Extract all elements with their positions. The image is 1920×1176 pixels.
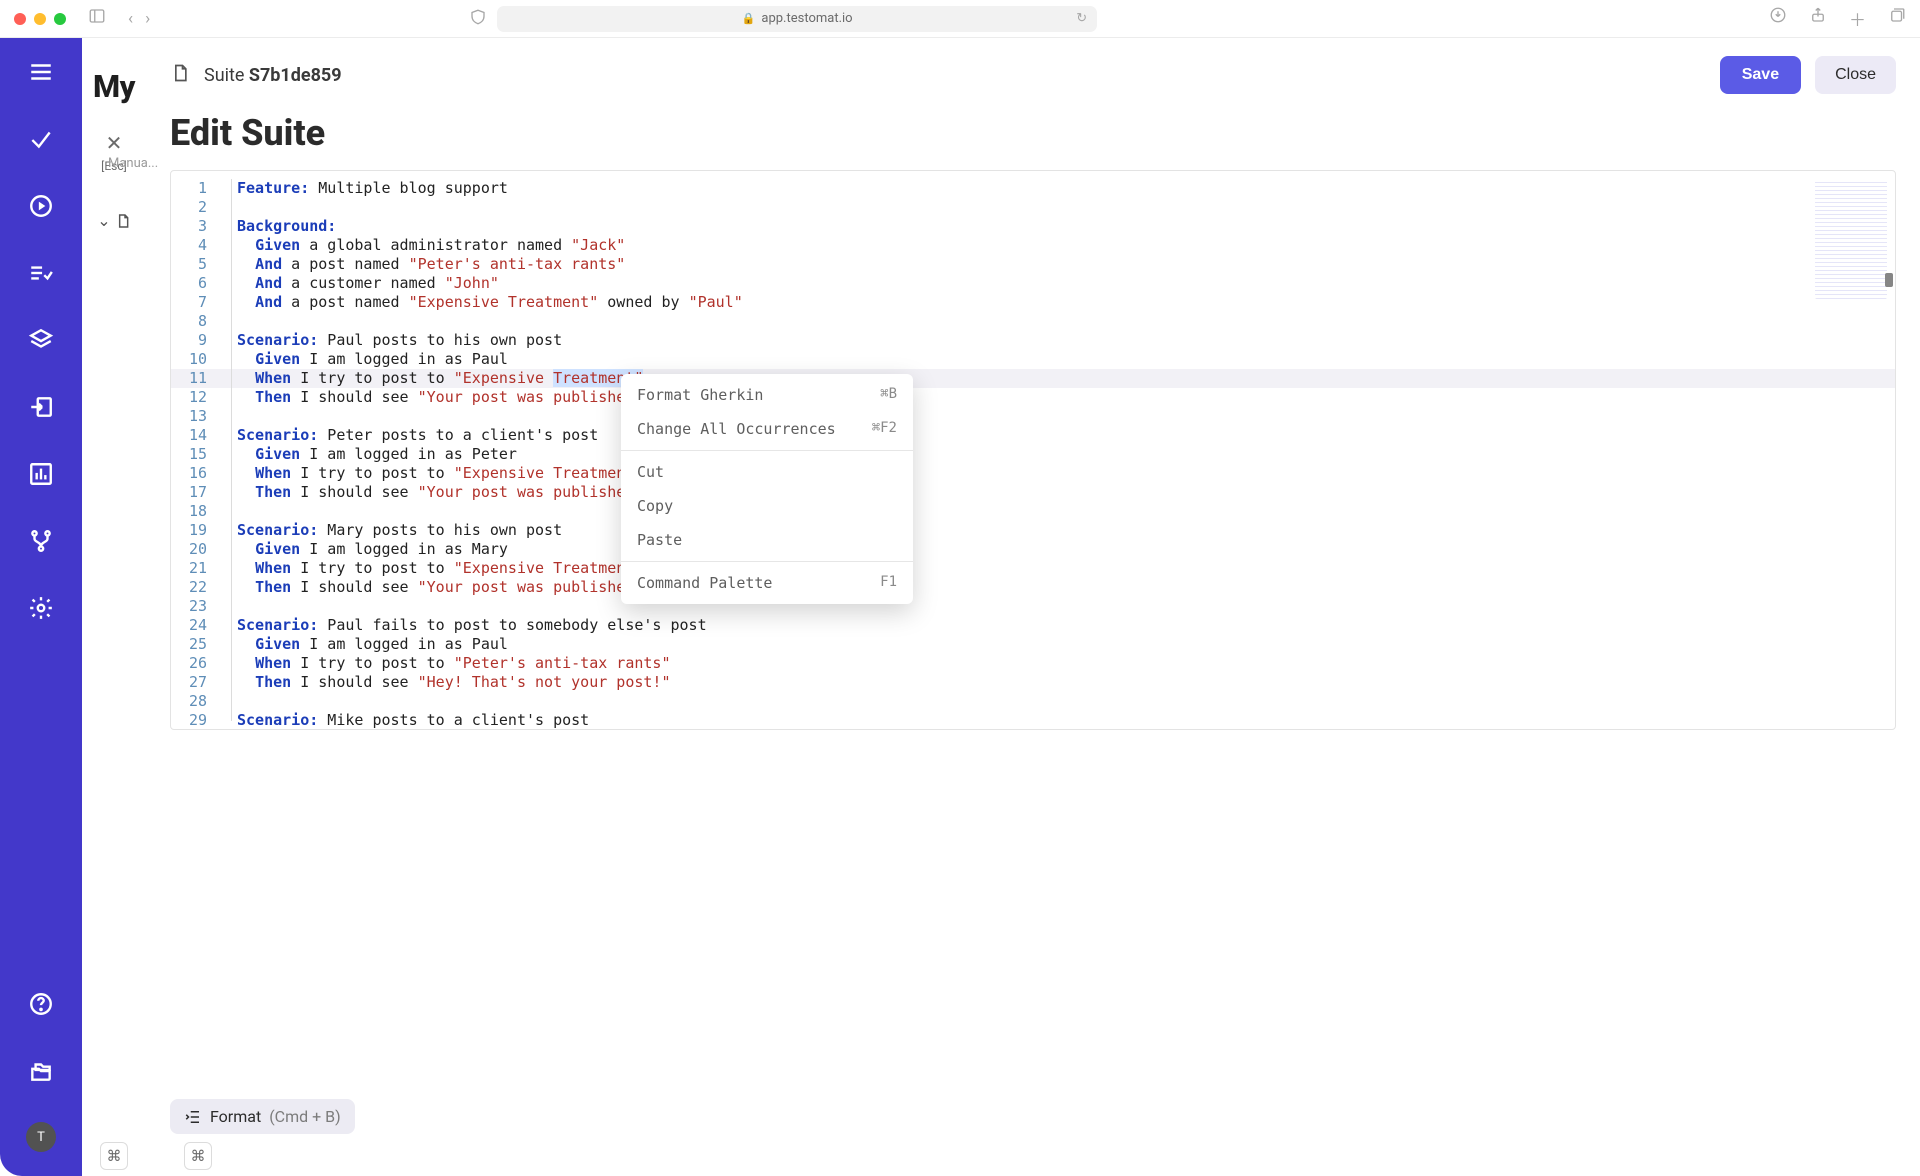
format-hint: (Cmd + B): [269, 1107, 341, 1126]
cmd-key-icon: ⌘: [100, 1142, 128, 1170]
sidebar-toggle-icon[interactable]: [88, 7, 106, 30]
context-menu-item[interactable]: Copy: [621, 489, 913, 523]
analytics-icon[interactable]: [25, 458, 57, 490]
suite-id: S7b1de859: [249, 65, 342, 86]
nav-buttons: ‹ ›: [128, 9, 150, 29]
gutter-border: [231, 179, 232, 721]
settings-icon[interactable]: [25, 592, 57, 624]
code-editor[interactable]: 1234567891011121314151617181920212223242…: [170, 170, 1896, 730]
downloads-icon[interactable]: [1769, 6, 1787, 31]
minimize-window-icon[interactable]: [34, 13, 46, 25]
context-menu-item[interactable]: Paste: [621, 523, 913, 557]
close-button[interactable]: Close: [1815, 56, 1896, 94]
play-icon[interactable]: [25, 190, 57, 222]
cmd-key-icon: ⌘: [184, 1142, 212, 1170]
context-menu-item[interactable]: Format Gherkin⌘B: [621, 378, 913, 412]
minimap-viewport[interactable]: [1885, 273, 1893, 287]
project-column: My ✕ [Esc] ⌄: [82, 38, 146, 1176]
help-icon[interactable]: [25, 988, 57, 1020]
url-text: app.testomat.io: [761, 11, 852, 26]
url-bar[interactable]: 🔒 app.testomat.io ↻: [497, 6, 1097, 32]
code-body[interactable]: Feature: Multiple blog supportBackground…: [237, 179, 1805, 729]
close-window-icon[interactable]: [14, 13, 26, 25]
format-label: Format: [210, 1107, 261, 1126]
avatar[interactable]: T: [26, 1122, 56, 1152]
partial-tab-label: Manua...: [108, 156, 158, 171]
main-panel: Manua... Suite S7b1de859 Save Close Edit…: [146, 38, 1920, 1176]
check-icon[interactable]: [25, 123, 57, 155]
import-icon[interactable]: [25, 391, 57, 423]
tabs-overview-icon[interactable]: [1888, 6, 1906, 31]
traffic-lights: [14, 13, 66, 25]
left-rail: T: [0, 38, 82, 1176]
page-title: Edit Suite: [146, 94, 1920, 170]
context-menu-item[interactable]: Cut: [621, 455, 913, 489]
project-title-partial: My: [93, 68, 135, 105]
reload-icon[interactable]: ↻: [1076, 11, 1087, 26]
cmd-badges: ⌘ ⌘: [100, 1142, 212, 1170]
suite-prefix: Suite: [204, 65, 249, 86]
layers-icon[interactable]: [25, 324, 57, 356]
format-button[interactable]: Format (Cmd + B): [170, 1099, 355, 1134]
context-menu-item[interactable]: Command PaletteF1: [621, 566, 913, 600]
fullscreen-window-icon[interactable]: [54, 13, 66, 25]
save-button[interactable]: Save: [1720, 56, 1801, 94]
close-icon[interactable]: ✕: [101, 131, 127, 155]
browser-chrome: ‹ › 🔒 app.testomat.io ↻ ＋: [0, 0, 1920, 38]
chrome-right-icons: ＋: [1769, 6, 1906, 31]
file-icon: [115, 213, 131, 229]
back-icon[interactable]: ‹: [128, 9, 133, 29]
hamburger-icon[interactable]: [25, 56, 57, 88]
file-icon: [170, 63, 190, 87]
minimap[interactable]: [1815, 179, 1887, 299]
new-tab-icon[interactable]: ＋: [1849, 6, 1866, 31]
tree-toggle[interactable]: ⌄: [97, 211, 130, 230]
checklist-icon[interactable]: [25, 257, 57, 289]
lock-icon: 🔒: [742, 12, 756, 25]
app: T My ✕ [Esc] ⌄ Manua... Suite S7b1de859 …: [0, 38, 1920, 1176]
folders-icon[interactable]: [25, 1055, 57, 1087]
context-menu-item[interactable]: Change All Occurrences⌘F2: [621, 412, 913, 446]
suite-titlebar: Suite S7b1de859 Save Close: [146, 38, 1920, 94]
branches-icon[interactable]: [25, 525, 57, 557]
forward-icon[interactable]: ›: [145, 9, 150, 29]
gutter: 1234567891011121314151617181920212223242…: [171, 179, 225, 730]
share-icon[interactable]: [1809, 6, 1827, 31]
context-menu[interactable]: Format Gherkin⌘BChange All Occurrences⌘F…: [621, 374, 913, 604]
chevron-down-icon: ⌄: [97, 211, 110, 230]
indent-icon: [184, 1108, 202, 1126]
tracking-shield-icon[interactable]: [469, 8, 487, 30]
suite-label: Suite S7b1de859: [204, 65, 342, 86]
